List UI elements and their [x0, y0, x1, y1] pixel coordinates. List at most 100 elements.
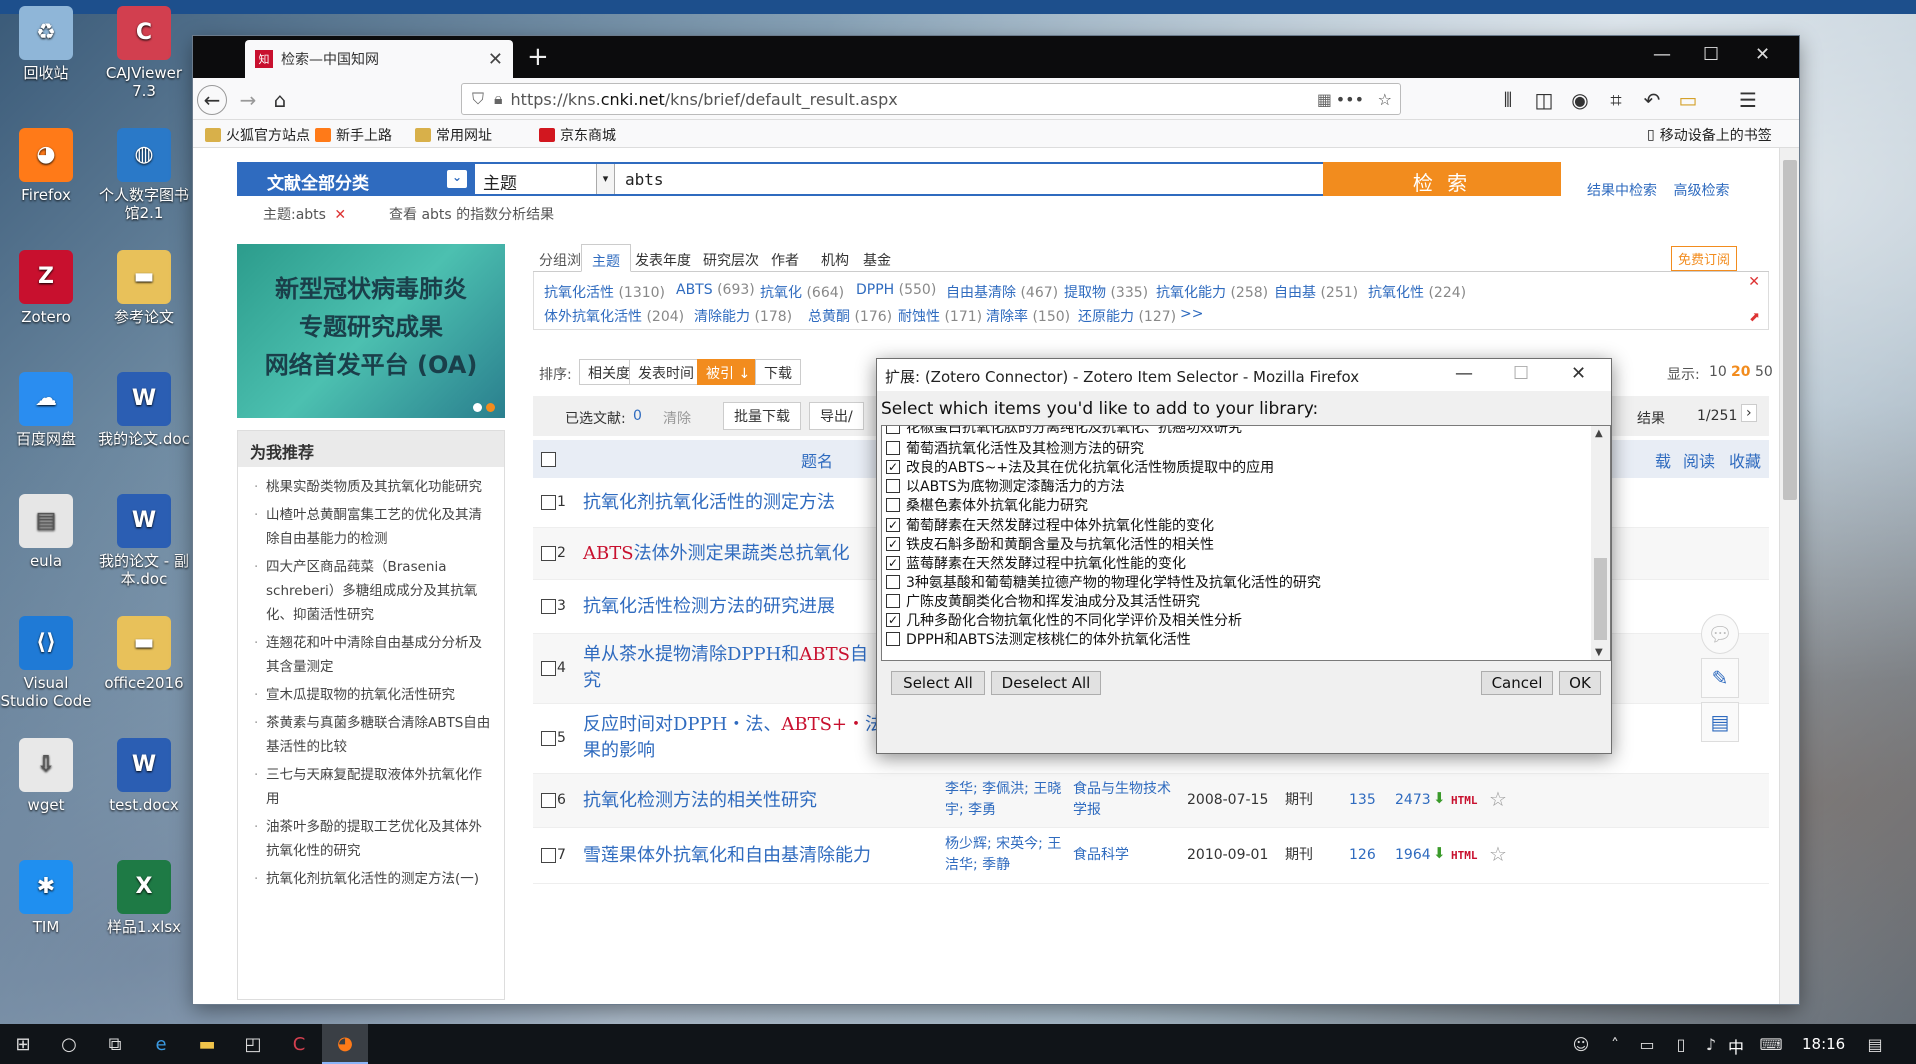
store-icon[interactable]: ◰: [230, 1024, 276, 1064]
chart-icon[interactable]: ⬈: [1749, 310, 1760, 325]
select-all-checkbox[interactable]: [541, 452, 556, 467]
topic-tag[interactable]: 抗氧化性 (224): [1368, 282, 1466, 302]
clear-button[interactable]: 清除: [663, 408, 691, 428]
bookmark-1[interactable]: 新手上路: [315, 125, 392, 145]
minimize-icon[interactable]: —: [1653, 44, 1671, 65]
desktop-icon-4[interactable]: Z Zotero: [0, 250, 94, 326]
volume-icon[interactable]: ♪: [1696, 1024, 1726, 1064]
firefox-icon[interactable]: ◕: [322, 1024, 368, 1064]
topic-tag[interactable]: 抗氧化能力 (258): [1156, 282, 1268, 302]
download-count[interactable]: 2473: [1395, 790, 1431, 811]
desktop-icon-11[interactable]: ▬ office2016: [96, 616, 192, 692]
desktop-icon-2[interactable]: ◕ Firefox: [0, 128, 94, 204]
download-icon[interactable]: ⬇: [1433, 789, 1446, 807]
people-icon[interactable]: ☺: [1566, 1024, 1596, 1064]
recommend-item[interactable]: 三七与天麻复配提取液体外抗氧化作用: [254, 763, 492, 811]
item-checkbox[interactable]: [886, 632, 900, 647]
item-checkbox[interactable]: [886, 574, 900, 589]
batch-download-button[interactable]: 批量下载: [723, 402, 801, 430]
desktop-icon-10[interactable]: ⟨⟩ Visual Studio Code: [0, 616, 94, 710]
more-tags-link[interactable]: >>: [1180, 306, 1203, 322]
network-icon[interactable]: ▯: [1666, 1024, 1696, 1064]
desktop-icon-12[interactable]: ⇩ wget: [0, 738, 94, 814]
zotero-save-icon[interactable]: ▭: [1673, 85, 1703, 115]
html-read-link[interactable]: HTML: [1451, 849, 1478, 862]
next-page-icon[interactable]: ›: [1741, 404, 1757, 422]
notifications-icon[interactable]: ▤: [1860, 1024, 1890, 1064]
result-title[interactable]: ABTS法体外测定果蔬类总抗氧化: [583, 541, 850, 567]
html-read-link[interactable]: HTML: [1451, 794, 1478, 807]
lock-icon[interactable]: 🔒︎: [494, 89, 503, 109]
select-all-button[interactable]: Select All: [891, 671, 985, 695]
desktop-icon-6[interactable]: ☁ 百度网盘: [0, 372, 94, 448]
back-icon[interactable]: ←: [197, 85, 227, 115]
keyboard-icon[interactable]: ⌨: [1756, 1024, 1786, 1064]
file-explorer-icon[interactable]: ▬: [184, 1024, 230, 1064]
table-row[interactable]: 7 雪莲果体外抗氧化和自由基清除能力 杨少辉; 宋英今; 王洁华; 季静 食品科学 20…: [533, 828, 1769, 884]
cited-count[interactable]: 135: [1349, 790, 1376, 811]
covid-banner[interactable]: 新型冠状病毒肺炎 专题研究成果 网络首发平台 (OA): [237, 244, 505, 418]
desktop-icon-5[interactable]: ▬ 参考论文: [96, 250, 192, 326]
desktop-icon-9[interactable]: W 我的论文 - 副本.doc: [96, 494, 192, 588]
result-title[interactable]: 抗氧化剂抗氧化活性的测定方法: [583, 490, 835, 516]
sort-3[interactable]: 下载: [755, 359, 801, 385]
remove-filter-icon[interactable]: ✕: [334, 207, 346, 223]
group-tab-0[interactable]: 主题: [581, 244, 631, 272]
per-page-50[interactable]: 50: [1755, 364, 1773, 380]
topic-tag[interactable]: 提取物 (335): [1064, 282, 1148, 302]
account-icon[interactable]: ◉: [1565, 85, 1595, 115]
item-checkbox[interactable]: ✓: [886, 517, 900, 532]
carousel-dots[interactable]: [473, 403, 495, 412]
bookmark-2[interactable]: 常用网址: [415, 125, 492, 145]
topic-tag[interactable]: 自由基 (251): [1274, 282, 1358, 302]
recommend-item[interactable]: 山楂叶总黄酮富集工艺的优化及其清除自由基能力的检测: [254, 503, 492, 551]
bookmark-3[interactable]: 京东商城: [539, 125, 616, 145]
desktop-icon-13[interactable]: Wtest.docx: [96, 738, 192, 814]
topic-tag[interactable]: 还原能力 (127): [1078, 306, 1176, 326]
items-scrollbar[interactable]: ▲ ▼: [1591, 425, 1611, 661]
topic-tag[interactable]: 体外抗氧化活性 (204): [544, 306, 684, 326]
group-tab-2[interactable]: 研究层次: [703, 250, 759, 270]
authors[interactable]: 杨少辉; 宋英今; 王洁华; 季静: [945, 834, 1063, 876]
recommend-item[interactable]: 宣木瓜提取物的抗氧化活性研究: [254, 683, 492, 707]
result-title[interactable]: 抗氧化检测方法的相关性研究: [583, 788, 817, 814]
result-title[interactable]: 抗氧化活性检测方法的研究进展: [583, 594, 835, 620]
close-window-icon[interactable]: ✕: [1755, 44, 1770, 65]
desktop-icon-8[interactable]: ▤ eula: [0, 494, 94, 570]
chat-bubble-icon[interactable]: 💬︎: [1701, 614, 1739, 654]
row-checkbox[interactable]: [541, 661, 556, 676]
dialog-minimize-icon[interactable]: —: [1455, 363, 1473, 384]
new-tab-button[interactable]: +: [527, 42, 549, 72]
topic-tag[interactable]: 抗氧化活性 (1310): [544, 282, 665, 302]
favorite-star-icon[interactable]: ☆: [1489, 787, 1507, 811]
sidebar-icon[interactable]: ◫: [1529, 85, 1559, 115]
topic-tag[interactable]: 自由基清除 (467): [946, 282, 1058, 302]
source[interactable]: 食品科学: [1073, 845, 1179, 866]
desktop-icon-3[interactable]: ◍ 个人数字图书馆2.1: [96, 128, 192, 222]
topic-tag[interactable]: 抗氧化 (664): [760, 282, 844, 302]
cited-count[interactable]: 126: [1349, 845, 1376, 866]
sort-1[interactable]: 发表时间: [629, 359, 703, 385]
ime-indicator[interactable]: 中: [1728, 1034, 1744, 1058]
desktop-icon-1[interactable]: C CAJViewer 7.3: [96, 6, 192, 100]
pencil-icon[interactable]: ✎: [1701, 658, 1739, 698]
close-icon[interactable]: ✕: [1748, 274, 1760, 290]
home-icon[interactable]: ⌂: [265, 85, 295, 115]
download-icon[interactable]: ⬇: [1433, 844, 1446, 862]
clock[interactable]: 18:16: [1802, 1035, 1845, 1053]
download-count[interactable]: 1964: [1395, 845, 1431, 866]
authors[interactable]: 李华; 李佩洪; 王晓宇; 李勇: [945, 779, 1063, 821]
recommend-item[interactable]: 桃果实酚类物质及其抗氧化功能研究: [254, 475, 492, 499]
battery-icon[interactable]: ▭: [1632, 1024, 1662, 1064]
item-checkbox[interactable]: [886, 479, 900, 494]
recommend-item[interactable]: 抗氧化剂抗氧化活性的测定方法(一): [254, 867, 492, 891]
task-view-icon[interactable]: ⧉: [92, 1024, 138, 1064]
recommend-item[interactable]: 茶黄素与真菌多糖联合清除ABTS自由基活性的比较: [254, 711, 492, 759]
per-page-10[interactable]: 10: [1709, 364, 1727, 380]
note-icon[interactable]: ▤: [1701, 702, 1739, 742]
item-checkbox[interactable]: ✓: [886, 460, 900, 475]
dialog-close-icon[interactable]: ✕: [1571, 363, 1586, 384]
free-subscribe-button[interactable]: 免费订阅: [1671, 246, 1738, 271]
topic-tag[interactable]: 总黄酮 (176): [808, 306, 892, 326]
page-scrollbar[interactable]: [1779, 148, 1799, 1004]
